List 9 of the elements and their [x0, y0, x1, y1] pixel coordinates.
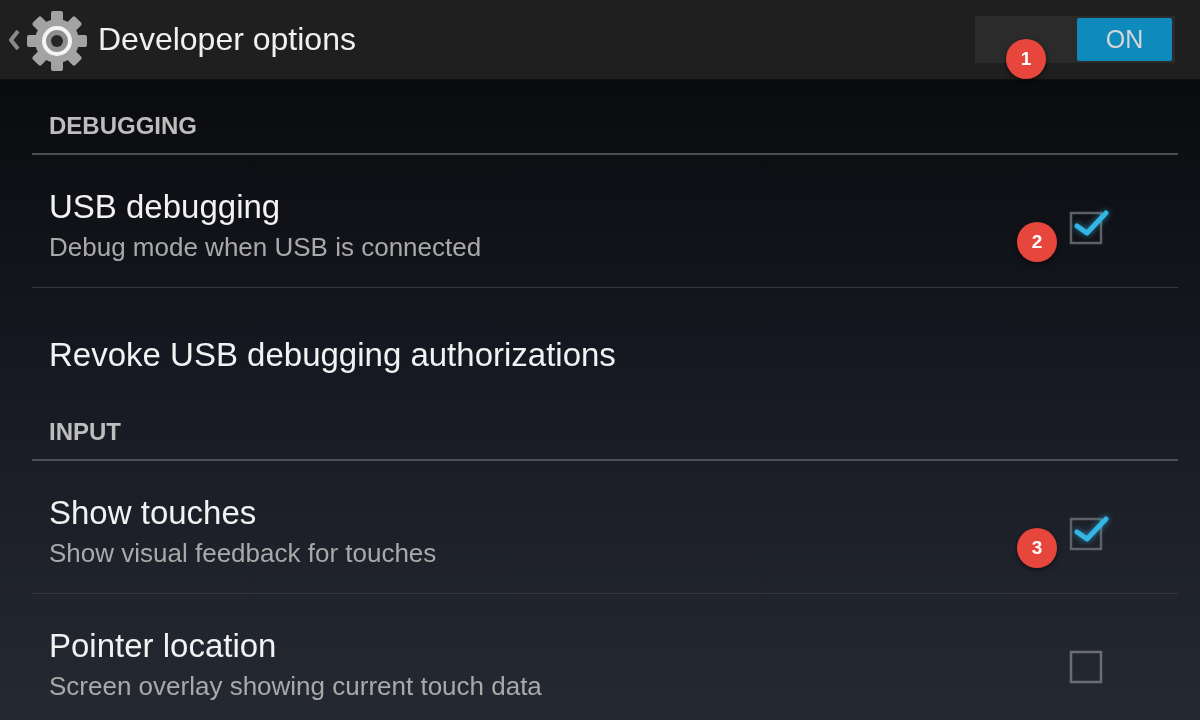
screen-title: Developer options: [98, 21, 357, 58]
section-header: DEBUGGING: [49, 112, 197, 140]
callout-marker: 3: [1017, 528, 1057, 568]
setting-summary: Debug mode when USB is connected: [49, 231, 482, 264]
callout-marker: 1: [1006, 39, 1046, 79]
section-header: INPUT: [49, 418, 121, 446]
callout-marker: 2: [1017, 222, 1057, 262]
setting-summary: Show visual feedback for touches: [49, 537, 437, 570]
setting-summary: Screen overlay showing current touch data: [49, 670, 542, 703]
